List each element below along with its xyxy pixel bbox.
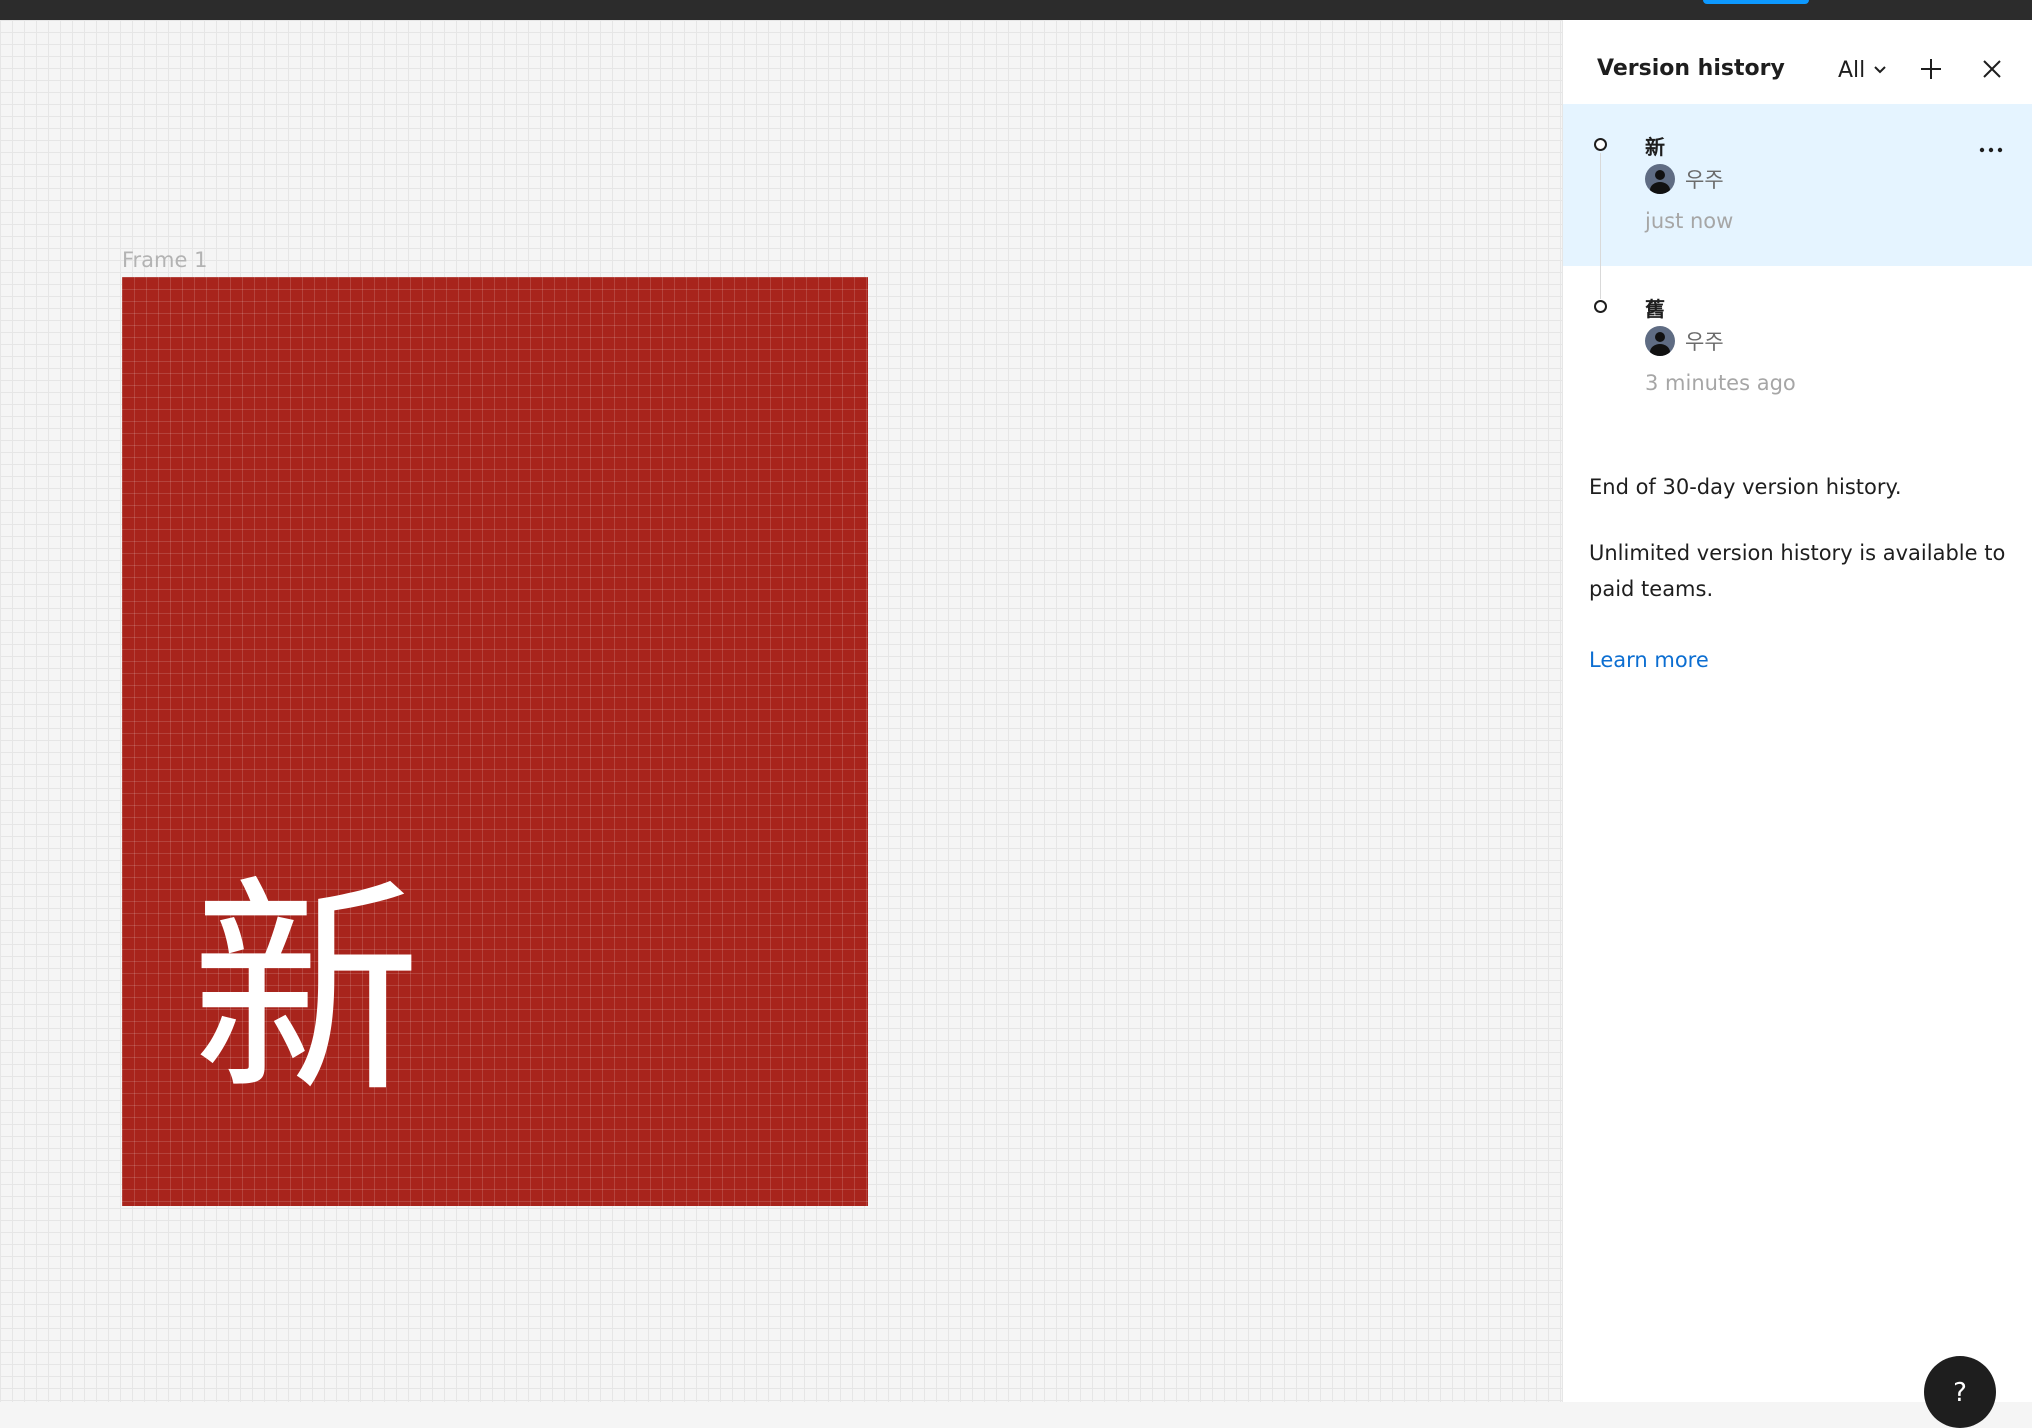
frame-1[interactable]: 新 — [122, 277, 868, 1206]
add-version-button[interactable] — [1914, 52, 1948, 86]
plus-icon — [1921, 59, 1941, 79]
share-button[interactable] — [1703, 0, 1809, 4]
version-filter-dropdown[interactable]: All — [1838, 56, 1887, 84]
filter-label: All — [1838, 57, 1866, 83]
author-name: 우주 — [1685, 168, 1724, 192]
end-of-history-text: End of 30-day version history. — [1589, 475, 1902, 499]
frame-text[interactable]: 新 — [191, 877, 421, 1107]
version-author: 우주 — [1645, 164, 1724, 194]
version-history-panel: Version history All 新 우주 just now 舊 우주 3… — [1562, 20, 2032, 1402]
version-author: 우주 — [1645, 326, 1724, 356]
design-canvas[interactable]: Frame 1 新 — [0, 20, 1562, 1402]
avatar — [1645, 164, 1675, 194]
version-item[interactable]: 新 우주 just now — [1563, 104, 2032, 266]
learn-more-link[interactable]: Learn more — [1589, 648, 1709, 672]
top-toolbar — [0, 0, 2032, 20]
help-button[interactable]: ? — [1924, 1356, 1996, 1428]
timeline-dot — [1594, 138, 1607, 151]
timeline-line — [1600, 153, 1601, 266]
version-time: 3 minutes ago — [1645, 371, 1796, 395]
author-name: 우주 — [1685, 330, 1724, 354]
panel-header: Version history All — [1563, 20, 2032, 102]
version-name: 舊 — [1645, 297, 1665, 321]
upgrade-message: Unlimited version history is available t… — [1589, 541, 2006, 601]
help-label: ? — [1953, 1378, 1967, 1408]
version-name: 新 — [1645, 135, 1665, 159]
close-panel-button[interactable] — [1975, 52, 2009, 86]
close-icon — [1983, 60, 2001, 78]
more-icon — [1979, 147, 2003, 153]
version-time: just now — [1645, 209, 1734, 233]
timeline-dot — [1594, 300, 1607, 313]
frame-label[interactable]: Frame 1 — [122, 248, 207, 272]
timeline-line — [1600, 266, 1601, 299]
version-more-button[interactable] — [1974, 138, 2008, 162]
version-item[interactable]: 舊 우주 3 minutes ago — [1563, 266, 2032, 428]
panel-title: Version history — [1597, 56, 1785, 81]
chevron-down-icon — [1874, 66, 1886, 74]
avatar — [1645, 326, 1675, 356]
